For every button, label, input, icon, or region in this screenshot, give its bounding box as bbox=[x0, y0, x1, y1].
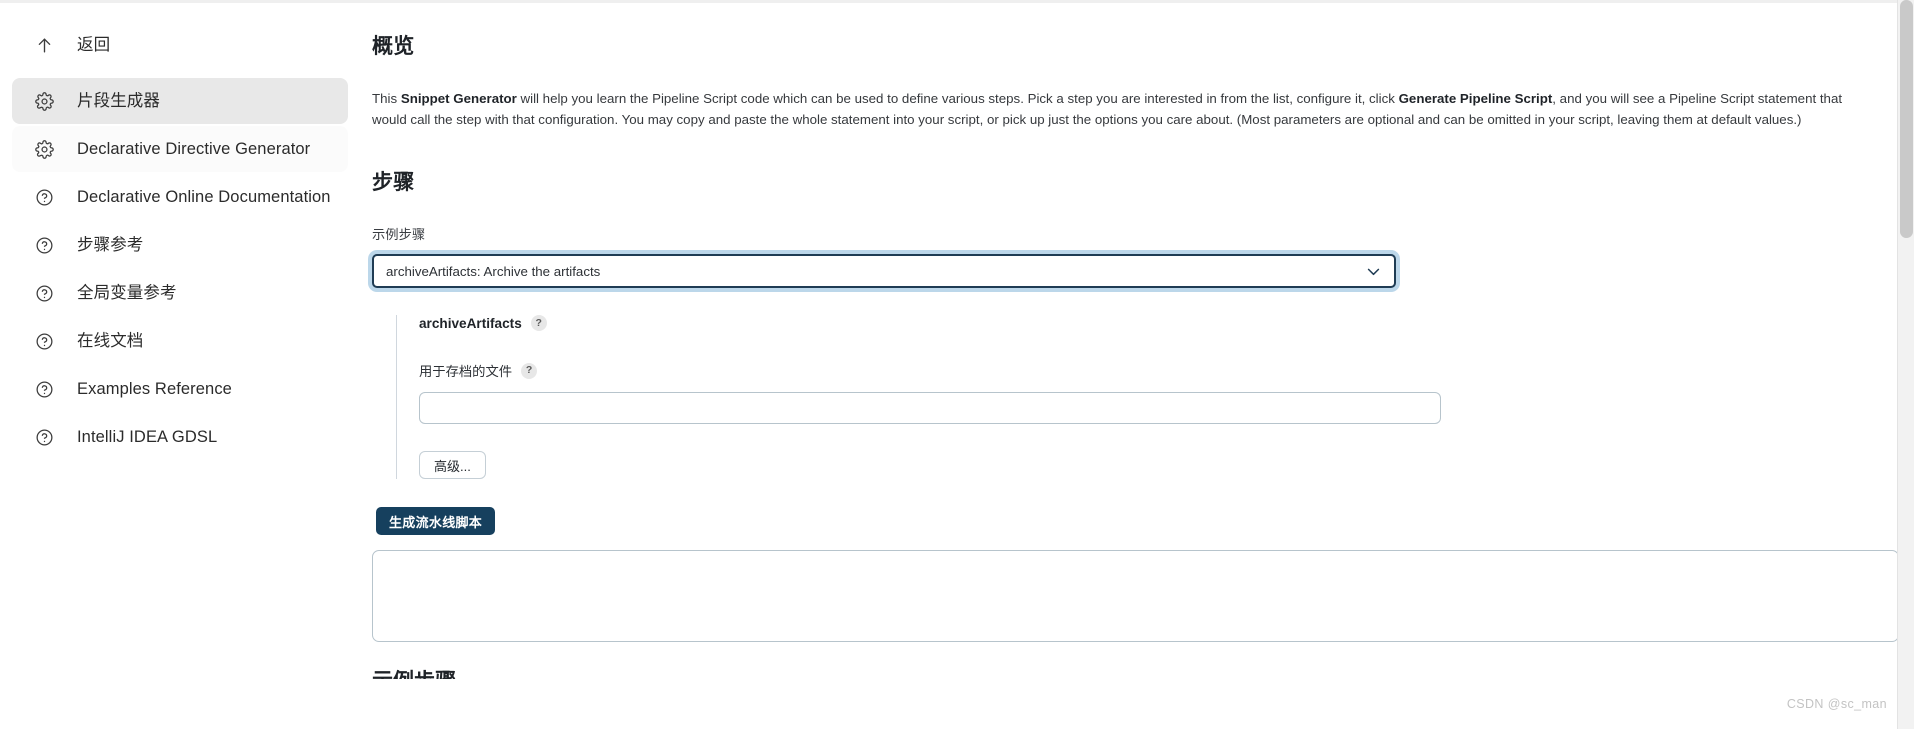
sidebar: 返回 片段生成器 Declarative Directive Generator bbox=[0, 0, 360, 729]
sidebar-item-back[interactable]: 返回 bbox=[12, 22, 348, 68]
sample-step-select-wrap: archiveArtifacts: Archive the artifacts bbox=[372, 254, 1396, 288]
step-config-block: archiveArtifacts ? 用于存档的文件 ? 高级... bbox=[396, 315, 1868, 479]
page-scrollbar[interactable] bbox=[1897, 0, 1914, 729]
sidebar-item-label: Examples Reference bbox=[77, 380, 232, 398]
sidebar-item-label: 步骤参考 bbox=[77, 236, 144, 254]
question-circle-icon bbox=[34, 283, 55, 304]
generate-pipeline-script-button[interactable]: 生成流水线脚本 bbox=[376, 507, 496, 535]
intro-text-2: will help you learn the Pipeline Script … bbox=[516, 91, 1399, 106]
sidebar-item-label: Declarative Directive Generator bbox=[77, 140, 311, 158]
sample-step-selected-value: archiveArtifacts: Archive the artifacts bbox=[386, 263, 601, 279]
next-section-heading-cutoff: 示例步骤 bbox=[372, 669, 1868, 679]
intro-bold-generate-pipeline-script: Generate Pipeline Script bbox=[1398, 91, 1553, 106]
question-circle-icon bbox=[34, 427, 55, 448]
sidebar-item-label: 全局变量参考 bbox=[77, 284, 177, 302]
files-to-archive-label-row: 用于存档的文件 ? bbox=[419, 361, 1868, 380]
sidebar-item-global-variable-reference[interactable]: 全局变量参考 bbox=[12, 270, 348, 316]
question-circle-icon bbox=[34, 379, 55, 400]
steps-heading: 步骤 bbox=[372, 171, 415, 194]
step-config-title: archiveArtifacts bbox=[419, 315, 522, 331]
page-title: 概览 bbox=[372, 35, 415, 58]
sample-step-label: 示例步骤 bbox=[372, 227, 426, 242]
sidebar-item-step-reference[interactable]: 步骤参考 bbox=[12, 222, 348, 268]
sidebar-item-intellij-idea-gdsl[interactable]: IntelliJ IDEA GDSL bbox=[12, 414, 348, 460]
help-icon[interactable]: ? bbox=[530, 315, 547, 331]
generated-script-output[interactable] bbox=[372, 550, 1899, 642]
sidebar-item-online-documentation[interactable]: 在线文档 bbox=[12, 318, 348, 364]
question-circle-icon bbox=[34, 187, 55, 208]
gear-icon bbox=[34, 139, 55, 160]
advanced-button[interactable]: 高级... bbox=[419, 451, 486, 479]
sidebar-item-label: IntelliJ IDEA GDSL bbox=[77, 428, 218, 446]
watermark: CSDN @sc_man bbox=[1786, 697, 1887, 711]
sidebar-item-label: 片段生成器 bbox=[77, 92, 160, 110]
files-to-archive-input[interactable] bbox=[419, 392, 1441, 424]
question-circle-icon bbox=[34, 235, 55, 256]
sample-step-select[interactable]: archiveArtifacts: Archive the artifacts bbox=[372, 254, 1396, 288]
intro-bold-snippet-generator: Snippet Generator bbox=[400, 91, 517, 106]
step-config-title-row: archiveArtifacts ? bbox=[419, 315, 1868, 331]
scrollbar-thumb[interactable] bbox=[1900, 0, 1913, 238]
gear-icon bbox=[34, 91, 55, 112]
sidebar-item-declarative-directive-generator[interactable]: Declarative Directive Generator bbox=[12, 126, 348, 172]
intro-paragraph: This Snippet Generator will help you lea… bbox=[372, 88, 1868, 130]
sidebar-item-label: 返回 bbox=[77, 36, 111, 54]
sidebar-item-declarative-online-documentation[interactable]: Declarative Online Documentation bbox=[12, 174, 348, 220]
sidebar-item-label: 在线文档 bbox=[77, 332, 144, 350]
question-circle-icon bbox=[34, 331, 55, 352]
sidebar-item-examples-reference[interactable]: Examples Reference bbox=[12, 366, 348, 412]
sidebar-item-label: Declarative Online Documentation bbox=[77, 188, 331, 206]
main-content: 概览 This Snippet Generator will help you … bbox=[360, 0, 1914, 729]
sidebar-item-snippet-generator[interactable]: 片段生成器 bbox=[12, 78, 348, 124]
intro-text-1: This bbox=[372, 91, 401, 106]
app-root: 返回 片段生成器 Declarative Directive Generator bbox=[0, 0, 1914, 729]
files-to-archive-label: 用于存档的文件 bbox=[419, 364, 513, 379]
arrow-up-icon bbox=[34, 35, 55, 56]
chevron-down-icon[interactable] bbox=[1364, 262, 1382, 280]
help-icon[interactable]: ? bbox=[521, 362, 538, 379]
